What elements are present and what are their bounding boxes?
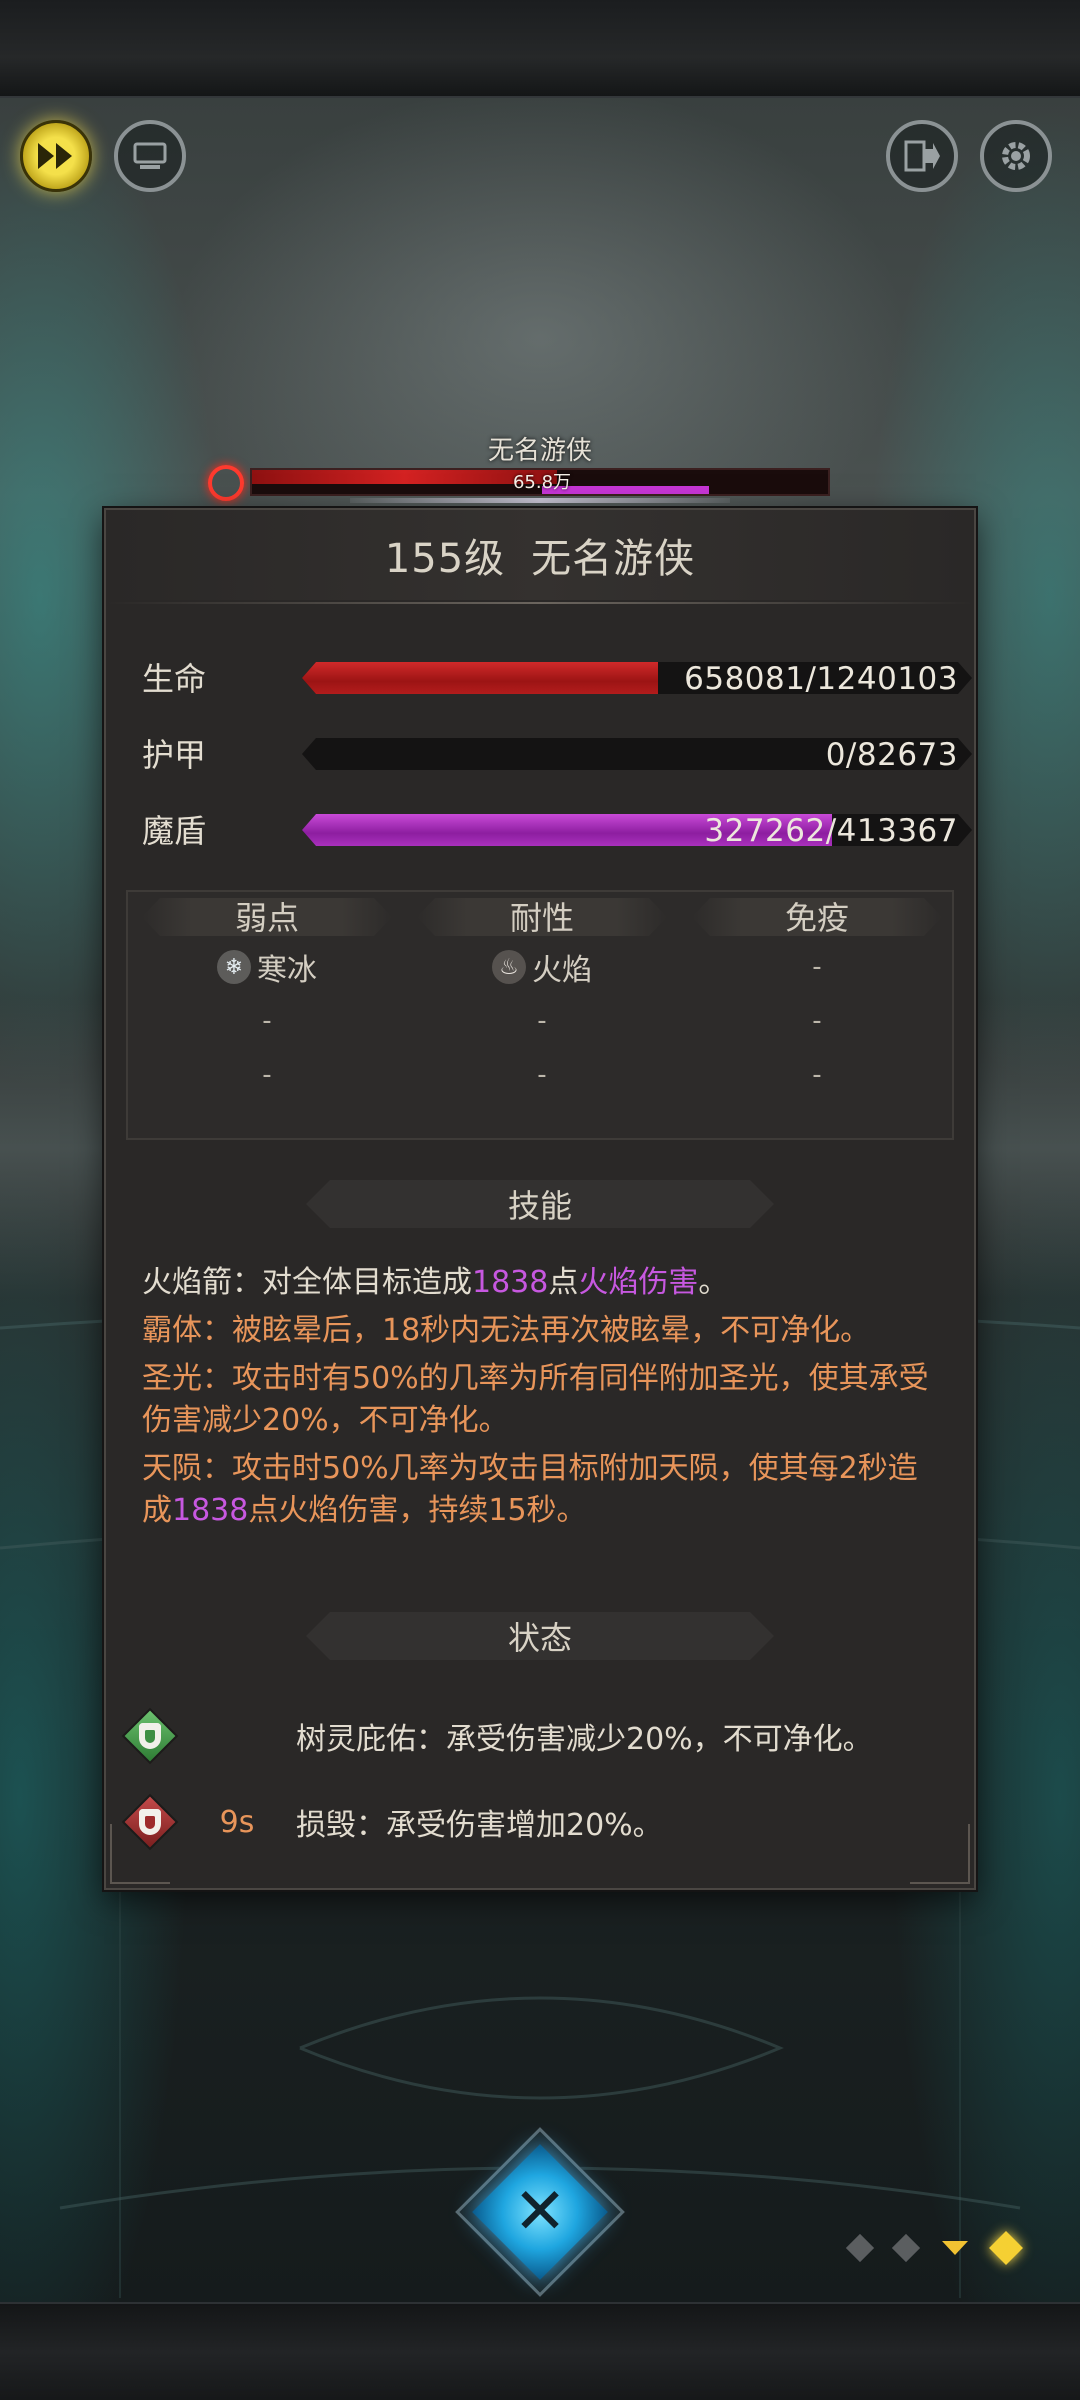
stat-label: 魔盾 xyxy=(142,812,207,850)
boss-health-bar: 65.8万 xyxy=(250,468,830,496)
stat-row-armor: 护甲 0/82673 xyxy=(142,732,972,774)
stat-bar: 658081/1240103 xyxy=(302,662,972,694)
enemy-name: 无名游侠 xyxy=(531,536,696,582)
skill-text-segment: 火焰伤害 xyxy=(578,1265,699,1300)
resistance-cell: - xyxy=(537,1060,547,1090)
skill-text-segment: 。 xyxy=(698,1265,729,1300)
weakness-cell: - xyxy=(262,1060,272,1090)
settings-button[interactable] xyxy=(980,120,1052,192)
weakness-cell: ❄ 寒冰 xyxy=(142,940,392,994)
stat-row-magic-shield: 魔盾 327262/413367 xyxy=(142,808,972,850)
column-header: 弱点 xyxy=(142,892,392,940)
skill-text-segment: 火焰箭：对全体目标造成 xyxy=(142,1265,472,1300)
column-header: 耐性 xyxy=(417,892,667,940)
immunity-cell: - xyxy=(812,1006,822,1036)
auto-battle-button[interactable] xyxy=(114,120,186,192)
boss-hp-value: 65.8万 xyxy=(512,472,572,493)
weakness-column: 弱点 ❄ 寒冰 - - xyxy=(142,892,392,1102)
skill-text-segment: 1838 xyxy=(172,1493,249,1528)
skill-text-segment: 霸体：被眩晕后，18秒内无法再次被眩晕，不可净化。 xyxy=(142,1313,871,1348)
resistance-cell: - xyxy=(537,1006,547,1036)
boss-sub-bar xyxy=(350,498,730,503)
top-frame xyxy=(0,0,1080,98)
crossed-swords-icon: ✕ xyxy=(513,2175,567,2249)
skill-description: 圣光：攻击时有50%的几率为所有同伴附加圣光，使其承受伤害减少20%，不可净化。 xyxy=(142,1358,942,1442)
resistance-cell: ♨ 火焰 xyxy=(417,940,667,994)
status-text: 树灵庇佑：承受伤害减少20%，不可净化。 xyxy=(296,1722,873,1757)
fast-forward-button[interactable] xyxy=(20,120,92,192)
stat-value: 327262/413367 xyxy=(704,813,958,849)
auto-battle-icon xyxy=(133,142,167,169)
red-shield-icon xyxy=(121,1793,179,1851)
immunity-column: 免疫 - - - xyxy=(692,892,942,1102)
exit-icon xyxy=(904,140,940,172)
snowflake-icon: ❄ xyxy=(217,950,251,984)
stat-bar-fill xyxy=(302,662,658,694)
close-battle-button[interactable]: ✕ xyxy=(455,2127,625,2297)
page-dot[interactable] xyxy=(942,2241,968,2255)
stat-bar: 0/82673 xyxy=(302,738,972,770)
immunity-cell: - xyxy=(812,952,822,982)
page-dot-active[interactable] xyxy=(989,2231,1023,2265)
skill-description: 火焰箭：对全体目标造成1838点火焰伤害。 xyxy=(142,1262,942,1304)
status-timer: 9s xyxy=(219,1804,255,1840)
skills-list: 火焰箭：对全体目标造成1838点火焰伤害。 霸体：被眩晕后，18秒内无法再次被眩晕… xyxy=(142,1262,942,1538)
status-row: 9s 损毁：承受伤害增加20%。 xyxy=(121,1792,942,1852)
boss-target-ring xyxy=(208,465,244,501)
status-text: 损毁：承受伤害增加20%。 xyxy=(296,1808,663,1843)
panel-title: 155级 无名游侠 xyxy=(106,510,974,600)
stat-value: 0/82673 xyxy=(825,737,958,773)
exit-button[interactable] xyxy=(886,120,958,192)
skills-header: 技能 xyxy=(306,1180,774,1228)
stat-bar: 327262/413367 xyxy=(302,814,972,846)
skill-text-segment: 点 xyxy=(548,1265,579,1300)
status-header: 状态 xyxy=(306,1612,774,1660)
status-row: 树灵庇佑：承受伤害减少20%，不可净化。 xyxy=(121,1706,942,1766)
stat-label: 生命 xyxy=(142,660,207,698)
page-dot[interactable] xyxy=(845,2233,875,2263)
bottom-frame xyxy=(0,2302,1080,2400)
enemy-info-panel: 155级 无名游侠 生命 658081/1240103 护甲 0/82673 魔… xyxy=(104,508,976,1890)
fast-forward-icon xyxy=(38,143,72,169)
page-indicator xyxy=(845,2228,1060,2268)
stat-value: 658081/1240103 xyxy=(684,661,958,697)
page-dot[interactable] xyxy=(891,2233,921,2263)
immunity-cell: - xyxy=(812,1060,822,1090)
boss-name: 无名游侠 xyxy=(487,436,592,466)
resistance-column: 耐性 ♨ 火焰 - - xyxy=(417,892,667,1102)
resistance-table: 弱点 ❄ 寒冰 - - 耐性 ♨ 火焰 - - 免疫 - - - xyxy=(126,890,954,1140)
skill-text-segment: 点火焰伤害，持续15秒。 xyxy=(248,1493,587,1528)
weakness-cell: - xyxy=(262,1006,272,1036)
title-divider xyxy=(106,602,974,604)
enemy-level: 155级 xyxy=(384,536,506,582)
skill-text-segment: 圣光：攻击时有50%的几率为所有同伴附加圣光，使其承受伤害减少20%，不可净化。 xyxy=(142,1361,929,1438)
green-shield-icon xyxy=(121,1707,179,1765)
gear-icon xyxy=(1002,142,1030,170)
stat-row-hp: 生命 658081/1240103 xyxy=(142,656,972,698)
stat-label: 护甲 xyxy=(142,736,207,774)
column-header: 免疫 xyxy=(692,892,942,940)
skill-description: 天陨：攻击时50%几率为攻击目标附加天陨，使其每2秒造成1838点火焰伤害，持续… xyxy=(142,1448,942,1532)
flame-icon: ♨ xyxy=(492,950,526,984)
skill-description: 霸体：被眩晕后，18秒内无法再次被眩晕，不可净化。 xyxy=(142,1310,942,1352)
skill-text-segment: 1838 xyxy=(472,1265,549,1300)
